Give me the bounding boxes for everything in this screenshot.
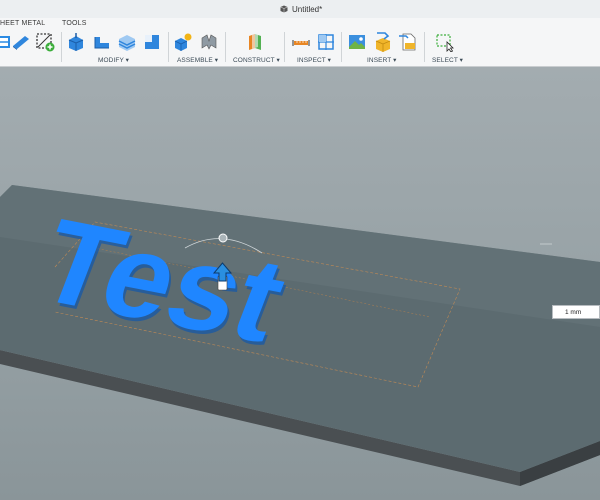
- new-component-icon[interactable]: [173, 32, 193, 52]
- group-separator: [61, 32, 62, 62]
- toolbar: HEET METAL TOOLS MODIFY ▾ ASSEMBLE ▾ CON…: [0, 18, 600, 67]
- group-separator: [341, 32, 342, 62]
- section-analysis-icon[interactable]: [316, 32, 336, 52]
- document-title-text: Untitled*: [292, 4, 323, 14]
- group-separator: [424, 32, 425, 62]
- 3d-scene: Test Test: [0, 185, 600, 486]
- insert-menu[interactable]: INSERT ▾: [367, 56, 396, 64]
- construct-menu[interactable]: CONSTRUCT ▾: [233, 56, 280, 64]
- extrude-distance-field[interactable]: 1 mm: [552, 305, 600, 319]
- 3d-viewport[interactable]: Test Test 1 mm: [0, 67, 600, 500]
- document-title: Untitled*: [280, 3, 322, 15]
- select-menu[interactable]: SELECT ▾: [432, 56, 463, 64]
- combine-icon[interactable]: [142, 32, 162, 52]
- tab-sheet-metal[interactable]: HEET METAL: [0, 20, 45, 27]
- fillet-icon[interactable]: [92, 32, 112, 52]
- assemble-menu[interactable]: ASSEMBLE ▾: [177, 56, 218, 64]
- joint-icon[interactable]: [199, 32, 219, 52]
- inspect-menu[interactable]: INSPECT ▾: [297, 56, 331, 64]
- document-cube-icon: [280, 5, 288, 13]
- sheet-flange-tool-icon[interactable]: [11, 32, 31, 52]
- select-window-icon[interactable]: [435, 32, 455, 52]
- create-sketch-tool-icon[interactable]: [35, 32, 55, 52]
- title-bar: Untitled*: [0, 0, 600, 19]
- insert-derive-icon[interactable]: [373, 32, 393, 52]
- insert-mesh-icon[interactable]: [398, 32, 418, 52]
- modify-menu[interactable]: MODIFY ▾: [98, 56, 129, 64]
- group-separator: [225, 32, 226, 62]
- group-separator: [284, 32, 285, 62]
- extrude-distance-value[interactable]: 1 mm: [565, 309, 595, 316]
- measure-icon[interactable]: [291, 32, 311, 52]
- group-separator: [168, 32, 169, 62]
- press-pull-icon[interactable]: [66, 32, 86, 52]
- insert-image-icon[interactable]: [347, 32, 367, 52]
- shell-icon[interactable]: [117, 32, 137, 52]
- offset-plane-icon[interactable]: [245, 32, 265, 52]
- tab-tools[interactable]: TOOLS: [62, 20, 87, 27]
